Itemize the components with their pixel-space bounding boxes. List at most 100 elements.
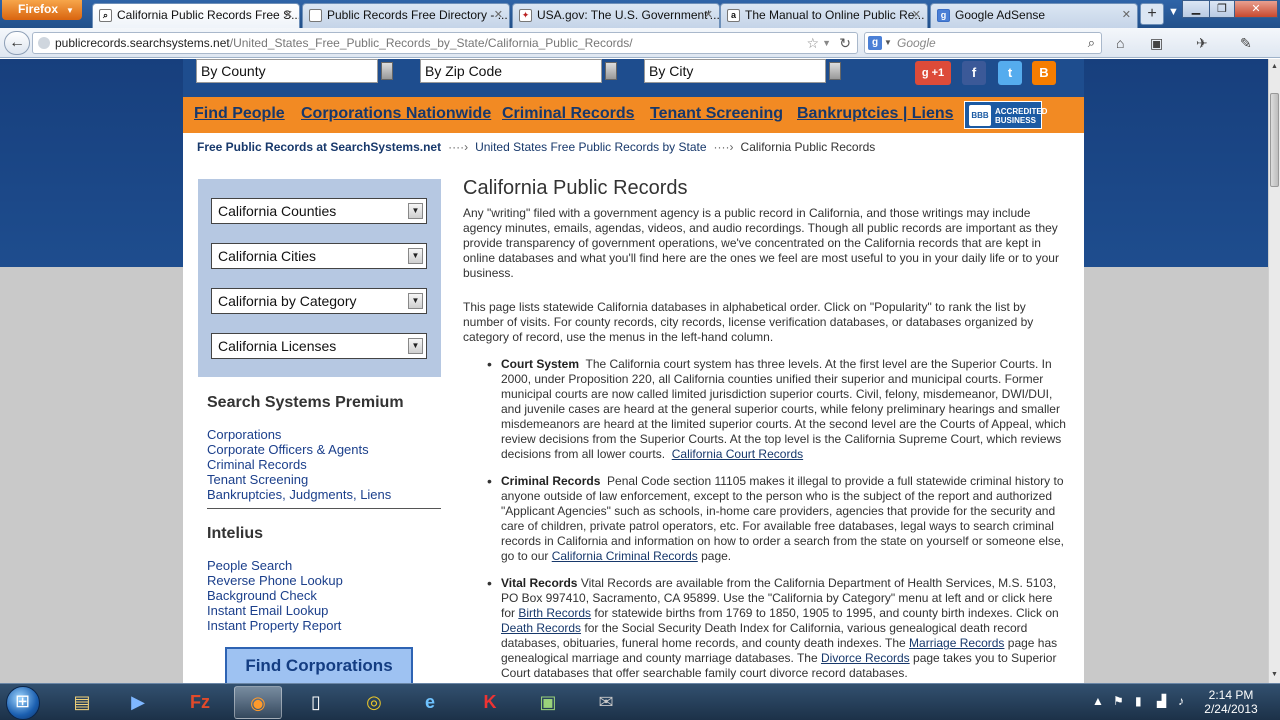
nav-tenant-screening[interactable]: Tenant Screening [650, 105, 783, 123]
chevron-down-icon: ▼ [408, 248, 423, 264]
system-clock[interactable]: 2:14 PM 2/24/2013 [1196, 688, 1266, 716]
blogger-icon[interactable]: B [1032, 61, 1056, 85]
scroll-down-icon[interactable]: ▼ [1269, 669, 1280, 681]
maximize-window-button[interactable]: ❐ [1209, 0, 1235, 18]
search-icon[interactable]: ⌕ [1088, 33, 1095, 53]
power-tray-icon[interactable]: ▮ [1135, 694, 1142, 708]
close-tab-icon[interactable]: ✕ [912, 4, 921, 26]
tab-google-adsense[interactable]: g Google AdSense ✕ [930, 3, 1138, 28]
bookmarks-menu-icon[interactable]: ▣ [1150, 35, 1163, 52]
search-strip: By County By Zip Code By City g +1 f t B [183, 59, 1084, 97]
terminal-icon[interactable]: ▣ [524, 686, 572, 719]
network-tray-icon[interactable]: ⚑ [1113, 694, 1124, 708]
firefox-menu-button[interactable]: Firefox ▼ [2, 0, 82, 20]
close-tab-icon[interactable]: ✕ [1122, 4, 1131, 26]
birth-records-link[interactable]: Birth Records [518, 606, 591, 620]
california-counties-select[interactable]: California Counties ▼ [211, 198, 427, 224]
list-all-tabs-icon[interactable]: ▼ [1168, 6, 1179, 18]
item-label: Court System [501, 357, 580, 371]
back-button[interactable]: ← [4, 31, 30, 55]
search-bar[interactable]: g ▼ Google ⌕ [864, 32, 1102, 54]
nav-corporations-nationwide[interactable]: Corporations Nationwide [301, 105, 491, 123]
by-county-select[interactable]: By County [196, 59, 393, 83]
breadcrumb-separator: ····› [713, 140, 734, 154]
breadcrumb-us-by-state[interactable]: United States Free Public Records by Sta… [475, 140, 706, 154]
sidebar-link-email-lookup[interactable]: Instant Email Lookup [207, 603, 343, 618]
google-plus-icon[interactable]: g +1 [915, 61, 951, 85]
close-tab-icon[interactable]: ✕ [494, 4, 503, 26]
sidebar-link-criminal-records[interactable]: Criminal Records [207, 457, 391, 472]
death-records-link[interactable]: Death Records [501, 621, 581, 635]
breadcrumb-home[interactable]: Free Public Records at SearchSystems.net [197, 140, 441, 154]
facebook-icon[interactable]: f [962, 61, 986, 85]
chrome-icon[interactable]: ◎ [350, 686, 398, 719]
file-explorer-icon[interactable]: ▤ [58, 686, 106, 719]
by-city-select[interactable]: By City [644, 59, 841, 83]
minimize-window-button[interactable]: ▁ [1182, 0, 1210, 18]
bbb-seal-icon: BBB [969, 105, 991, 126]
close-tab-icon[interactable]: ✕ [704, 4, 713, 26]
scroll-up-icon[interactable]: ▲ [1269, 61, 1280, 73]
bbb-accredited-badge[interactable]: BBB ACCREDITED BUSINESS [964, 101, 1047, 129]
site-identity-icon[interactable] [38, 37, 50, 49]
sidebar-link-corporate-officers[interactable]: Corporate Officers & Agents [207, 442, 391, 457]
nav-bankruptcies-liens[interactable]: Bankruptcies | Liens [797, 105, 954, 123]
twitter-icon[interactable]: t [998, 61, 1022, 85]
tab-california-public-records[interactable]: ⌕ California Public Records Free S... ✕ [92, 3, 300, 29]
sidebar-link-property-report[interactable]: Instant Property Report [207, 618, 343, 633]
select-label: California by Category [218, 293, 357, 309]
sidebar-link-bankruptcies[interactable]: Bankruptcies, Judgments, Liens [207, 487, 391, 502]
nav-find-people[interactable]: Find People [194, 105, 285, 123]
sidebar-link-background-check[interactable]: Background Check [207, 588, 343, 603]
sidebar-link-corporations[interactable]: Corporations [207, 427, 391, 442]
close-tab-icon[interactable]: ✕ [284, 4, 293, 26]
tab-public-records-directory[interactable]: Public Records Free Directory - ... ✕ [302, 3, 510, 28]
california-licenses-select[interactable]: California Licenses ▼ [211, 333, 427, 359]
california-cities-select[interactable]: California Cities ▼ [211, 243, 427, 269]
close-window-button[interactable]: ✕ [1234, 0, 1278, 18]
sidebar-link-people-search[interactable]: People Search [207, 558, 343, 573]
scrollbar-thumb[interactable] [1270, 93, 1279, 187]
tools-icon[interactable]: ✎ [1240, 35, 1252, 52]
california-court-records-link[interactable]: California Court Records [672, 447, 803, 461]
start-button[interactable] [6, 686, 40, 720]
find-corporations-button[interactable]: Find Corporations Nationwide [225, 647, 413, 683]
tab-manual-online-public-records[interactable]: a The Manual to Online Public Re... ✕ [720, 3, 928, 28]
select-label: By Zip Code [425, 63, 503, 79]
url-path: /United_States_Free_Public_Records_by_St… [229, 36, 633, 50]
home-icon[interactable]: ⌂ [1116, 35, 1124, 51]
media-player-icon[interactable]: ▶ [114, 686, 162, 719]
kaspersky-icon[interactable]: K [466, 686, 514, 719]
california-criminal-records-link[interactable]: California Criminal Records [552, 549, 698, 563]
app-icon[interactable]: ✉ [582, 686, 630, 719]
divorce-records-link[interactable]: Divorce Records [821, 651, 910, 665]
chevron-down-icon[interactable]: ▼ [884, 33, 892, 53]
sidebar-link-tenant-screening[interactable]: Tenant Screening [207, 472, 391, 487]
nav-criminal-records[interactable]: Criminal Records [502, 105, 634, 123]
address-bar[interactable]: publicrecords.searchsystems.net/United_S… [32, 32, 858, 54]
tab-usa-gov[interactable]: ✦ USA.gov: The U.S. Government'... ✕ [512, 3, 720, 28]
volume-tray-icon[interactable]: ♪ [1178, 694, 1184, 708]
bookmark-star-icon[interactable]: ☆ [806, 33, 819, 53]
reload-icon[interactable]: ↻ [839, 33, 851, 53]
url-host: publicrecords.searchsystems.net [55, 36, 230, 50]
firefox-icon[interactable]: ◉ [234, 686, 282, 719]
intelius-heading: Intelius [207, 525, 264, 542]
show-hidden-icons-icon[interactable]: ▲ [1092, 694, 1104, 708]
history-dropdown-icon[interactable]: ▼ [822, 33, 831, 53]
internet-explorer-icon[interactable]: e [406, 686, 454, 719]
google-engine-icon[interactable]: g [868, 36, 882, 50]
signal-tray-icon[interactable]: ▟ [1157, 694, 1166, 708]
by-zip-code-select[interactable]: By Zip Code [420, 59, 617, 83]
filezilla-icon[interactable]: Fz [176, 686, 224, 719]
marriage-records-link[interactable]: Marriage Records [909, 636, 1004, 650]
social-label: g +1 [921, 67, 945, 79]
notepad-icon[interactable]: ▯ [292, 686, 340, 719]
new-tab-button[interactable]: + [1140, 3, 1164, 25]
amazon-favicon-icon: a [727, 9, 740, 22]
item-text: The California court system has three le… [501, 357, 1066, 461]
sidebar-link-reverse-phone[interactable]: Reverse Phone Lookup [207, 573, 343, 588]
addon-icon[interactable]: ✈ [1196, 35, 1208, 52]
california-by-category-select[interactable]: California by Category ▼ [211, 288, 427, 314]
vertical-scrollbar[interactable]: ▲ ▼ [1268, 59, 1280, 683]
